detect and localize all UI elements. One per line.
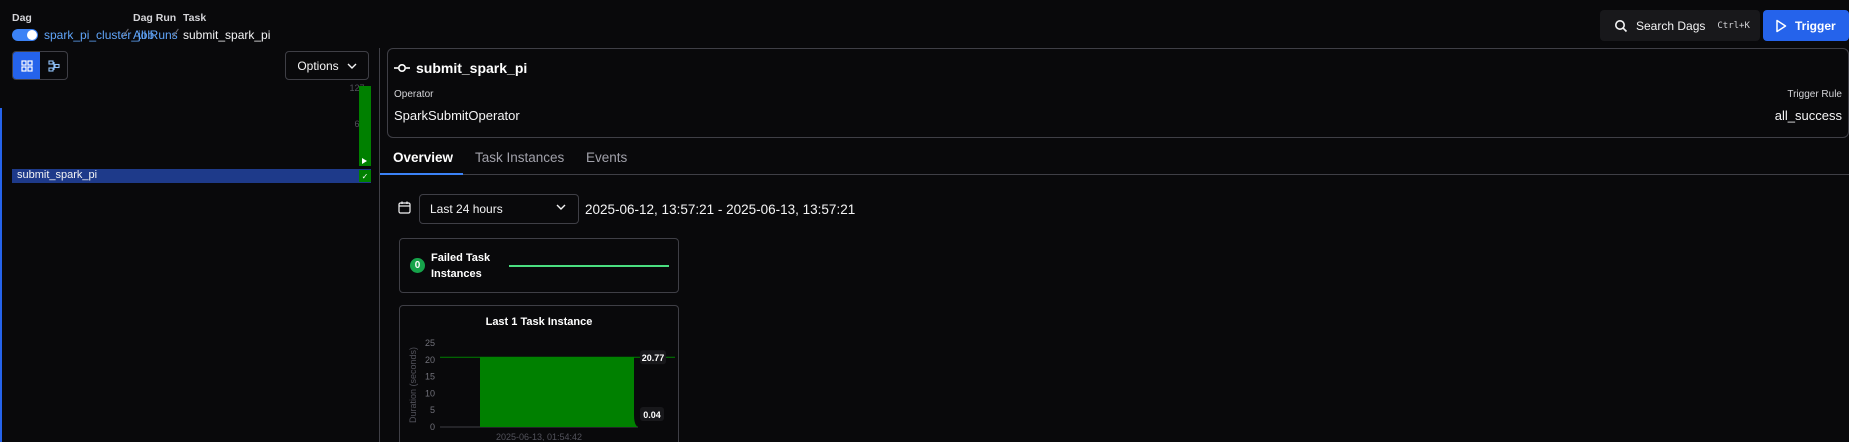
search-shortcut: Ctrl+K xyxy=(1717,20,1750,31)
trigger-button[interactable]: Trigger xyxy=(1763,10,1849,41)
breadcrumb-run-link[interactable]: All Runs xyxy=(133,28,178,42)
search-dags-button[interactable]: Search Dags Ctrl+K xyxy=(1600,10,1760,41)
graph-icon xyxy=(47,59,60,72)
time-range-value: Last 24 hours xyxy=(430,202,503,216)
calendar-icon xyxy=(398,201,411,214)
app-root: Dag spark_pi_cluster_job Dag Run All Run… xyxy=(0,0,1849,442)
options-button[interactable]: Options xyxy=(285,51,369,80)
operator-value: SparkSubmitOperator xyxy=(394,108,520,123)
y-tick-label: 15 xyxy=(425,372,435,382)
task-summary-card: submit_spark_pi Operator SparkSubmitOper… xyxy=(387,48,1849,138)
tab-bar: Overview Task Instances Events xyxy=(380,146,1849,175)
task-title-text: submit_spark_pi xyxy=(416,60,528,76)
y-tick-label: 10 xyxy=(425,388,435,398)
tab-task-instances[interactable]: Task Instances xyxy=(475,150,564,165)
breadcrumb-run-label: Dag Run xyxy=(133,12,177,24)
y-tick-label: 5 xyxy=(430,405,435,415)
trigger-rule-value: all_success xyxy=(1774,108,1842,123)
time-range-select[interactable]: Last 24 hours xyxy=(419,194,579,224)
left-accent-bar xyxy=(0,108,2,442)
breadcrumb-task-label: Task xyxy=(183,12,207,24)
failed-count-badge: 0 xyxy=(410,258,425,273)
graph-view-button[interactable] xyxy=(40,52,67,79)
options-label: Options xyxy=(297,58,339,73)
y-tick-label: 25 xyxy=(425,338,435,348)
header: Dag spark_pi_cluster_job Dag Run All Run… xyxy=(0,0,1849,48)
task-icon xyxy=(394,63,410,73)
duration-bar xyxy=(480,357,638,427)
failed-sparkline xyxy=(509,265,669,267)
data-label: 0.04 xyxy=(643,410,661,420)
failed-label: Failed Task Instances xyxy=(431,250,511,282)
task-title: submit_spark_pi xyxy=(394,60,527,76)
trigger-rule-label: Trigger Rule xyxy=(1787,89,1842,100)
search-icon xyxy=(1615,19,1628,32)
failed-task-instances-card: 0 Failed Task Instances xyxy=(399,238,679,293)
tab-events[interactable]: Events xyxy=(586,150,627,165)
search-dags-label: Search Dags xyxy=(1636,18,1706,33)
failed-label-line1: Failed Task xyxy=(431,252,491,264)
view-toggle xyxy=(12,51,68,80)
dag-pause-toggle[interactable] xyxy=(12,29,38,41)
duration-chart-card: Last 1 Task Instance 25 20 15 10 5 0 Duration … xyxy=(399,305,679,442)
check-icon[interactable]: ✓ xyxy=(359,170,371,182)
task-row[interactable]: submit_spark_pi ✓ xyxy=(12,169,371,183)
grid-icon xyxy=(20,59,33,72)
y-tick-label: 0 xyxy=(430,422,435,432)
x-tick-label: 2025-06-13, 01:54:42 xyxy=(496,432,582,441)
tab-overview[interactable]: Overview xyxy=(393,150,453,165)
breadcrumb-run: Dag Run All Runs xyxy=(133,12,178,42)
run-duration-bar[interactable] xyxy=(359,86,371,166)
failed-label-line2: Instances xyxy=(431,268,482,280)
duration-chart: 25 20 15 10 5 0 Duration (seconds) 20.77 0.04 202… xyxy=(408,338,675,441)
operator-label: Operator xyxy=(394,89,434,100)
breadcrumb-task-value: submit_spark_pi xyxy=(183,28,271,42)
data-label: 20.77 xyxy=(642,353,665,363)
breadcrumb-task: Task submit_spark_pi xyxy=(183,12,270,42)
trigger-label: Trigger xyxy=(1795,18,1836,33)
time-range-text: 2025-06-12, 13:57:21 - 2025-06-13, 13:57… xyxy=(585,202,856,217)
task-row-label: submit_spark_pi xyxy=(17,169,98,181)
y-tick-label: 20 xyxy=(425,355,435,365)
panel-divider[interactable] xyxy=(379,48,380,442)
play-icon xyxy=(1776,19,1787,32)
y-axis-label: Duration (seconds) xyxy=(408,347,418,423)
chevron-down-icon xyxy=(347,63,357,69)
play-icon xyxy=(362,158,367,164)
chevron-down-icon xyxy=(556,204,566,210)
grid-view-button[interactable] xyxy=(13,52,40,79)
active-tab-indicator xyxy=(380,173,463,175)
